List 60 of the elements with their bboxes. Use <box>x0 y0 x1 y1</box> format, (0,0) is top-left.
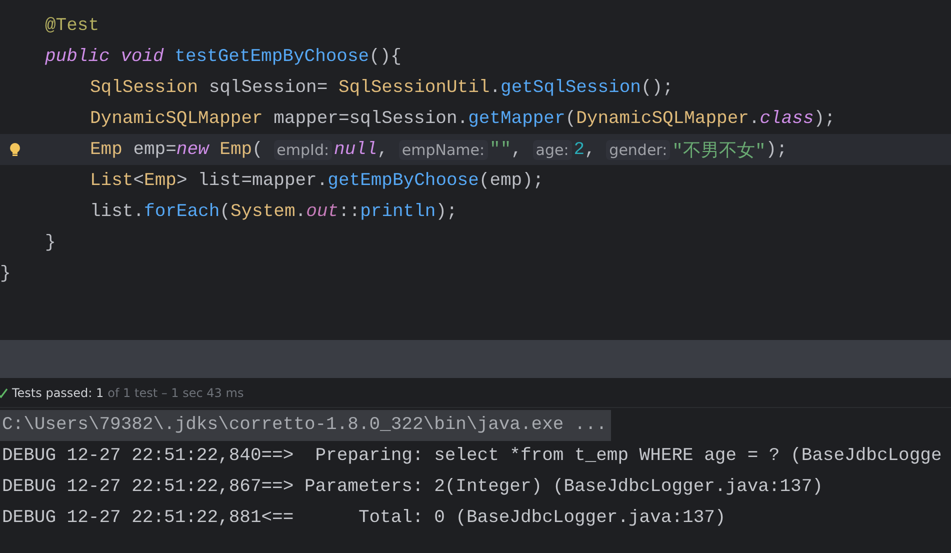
console-line: DEBUG 12-27 22:51:22,881<== Total: 0 (BaseJdbcLogger.java:137) <box>1 507 727 530</box>
number-literal: 2 <box>574 140 585 160</box>
code-text: list. <box>90 202 144 222</box>
type-name: Emp <box>220 140 252 160</box>
code-text: ( <box>565 108 576 128</box>
code-text: ); <box>766 140 788 160</box>
code-text: ); <box>436 202 458 222</box>
code-text: . <box>748 108 760 128</box>
type-name: SqlSession <box>90 78 198 98</box>
code-text: > list=mapper. <box>176 170 328 190</box>
method-name: testGetEmpByChoose <box>174 46 370 66</box>
type-name: System <box>230 202 296 222</box>
check-icon <box>0 386 8 398</box>
console-line: DEBUG 12-27 22:51:22,867==> Parameters: 2(Integer) (BaseJdbcLogger.java:137) <box>1 476 824 499</box>
code-text: < <box>133 170 144 190</box>
parameter-hint: empName: <box>398 140 488 160</box>
keyword: null <box>334 140 378 160</box>
code-text: ( <box>252 140 264 160</box>
type-name: DynamicSQLMapper <box>90 108 263 128</box>
test-status-text: of 1 test – 1 sec 43 ms <box>108 386 244 400</box>
type-name: SqlSessionUtil <box>338 78 490 98</box>
keyword: public <box>45 46 111 66</box>
code-text: , <box>584 140 596 160</box>
code-text: } <box>0 264 11 284</box>
string-literal: "" <box>490 140 512 160</box>
keyword: void <box>120 46 165 66</box>
annotation: @Test <box>45 16 100 36</box>
code-text: :: <box>338 202 360 222</box>
code-text: (); <box>640 78 674 98</box>
method-name: forEach <box>144 202 220 222</box>
type-name: Emp <box>90 140 122 160</box>
keyword: new <box>176 140 210 160</box>
code-text: sqlSession= <box>208 78 329 98</box>
method-name: getMapper <box>468 108 566 128</box>
lightbulb-icon[interactable] <box>9 142 21 158</box>
test-status-text: Tests passed: 1 <box>12 386 104 400</box>
code-text: , <box>511 140 523 160</box>
code-text: ( <box>220 202 230 222</box>
parameter-hint: gender: <box>606 140 670 160</box>
method-name: getEmpByChoose <box>328 170 479 190</box>
type-name: List <box>90 170 134 190</box>
code-text: (){ <box>369 46 402 66</box>
method-name: getSqlSession <box>500 78 641 98</box>
string-literal: "不男不女" <box>672 140 766 162</box>
code-text: ); <box>814 108 836 128</box>
code-text: mapper=sqlSession. <box>272 108 468 128</box>
code-text: (emp); <box>478 170 544 190</box>
type-name: Emp <box>144 170 176 190</box>
parameter-hint: age: <box>532 140 572 160</box>
code-text: emp= <box>132 140 176 160</box>
code-text: . <box>295 202 306 222</box>
method-name: println <box>360 202 436 222</box>
keyword: class <box>760 108 814 128</box>
code-text: . <box>490 78 501 98</box>
field-name: out <box>306 202 338 222</box>
type-name: DynamicSQLMapper <box>576 108 749 128</box>
code-text: } <box>45 232 56 252</box>
parameter-hint: empId: <box>274 140 332 160</box>
console-line: DEBUG 12-27 22:51:22,840==> Preparing: select *from t_emp WHERE age = ? (BaseJdbcLogge <box>1 445 943 468</box>
code-text: , <box>377 140 390 160</box>
